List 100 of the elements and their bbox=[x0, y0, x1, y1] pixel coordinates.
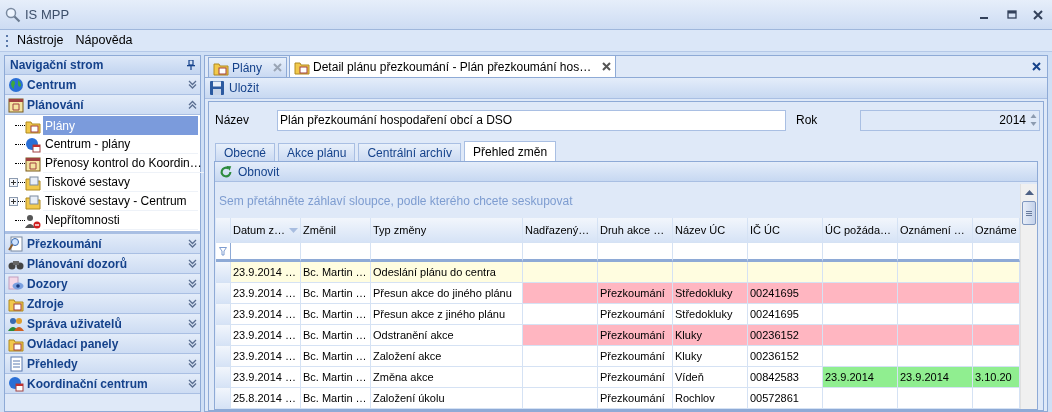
filter-cell[interactable] bbox=[301, 243, 371, 262]
table-cell: Změna akce bbox=[371, 367, 523, 388]
year-field[interactable]: 2014 bbox=[860, 109, 1040, 131]
column-header[interactable]: Datum z… bbox=[231, 218, 301, 243]
group-header[interactable]: Dozory bbox=[5, 274, 200, 294]
tab[interactable]: Centrální archív bbox=[358, 143, 462, 161]
table-cell bbox=[973, 304, 1020, 325]
refresh-button[interactable]: Obnovit bbox=[218, 162, 281, 181]
group-header[interactable]: Centrum bbox=[5, 75, 200, 95]
column-header[interactable]: Oznáme bbox=[973, 218, 1020, 243]
filter-cell[interactable] bbox=[598, 243, 673, 262]
table-cell: Bc. Martin … bbox=[301, 367, 371, 388]
row-indicator[interactable] bbox=[216, 325, 231, 346]
maximize-icon[interactable] bbox=[1007, 9, 1017, 20]
expand-icon[interactable] bbox=[9, 197, 18, 206]
tree-item[interactable]: Přenosy kontrol do Koordin… bbox=[43, 154, 204, 173]
name-field[interactable]: Plán přezkoumání hospodaření obcí a DSO bbox=[277, 109, 786, 131]
save-button[interactable]: Uložit bbox=[208, 79, 260, 97]
column-header[interactable]: Typ změny bbox=[371, 218, 523, 243]
filter-cell[interactable] bbox=[673, 243, 748, 262]
scroll-up-icon[interactable] bbox=[1024, 190, 1034, 195]
column-header[interactable]: Název ÚC bbox=[673, 218, 748, 243]
table-cell: Bc. Martin … bbox=[301, 262, 371, 283]
spin-icon[interactable] bbox=[1030, 113, 1037, 127]
filter-cell[interactable] bbox=[748, 243, 823, 262]
row-indicator[interactable] bbox=[216, 262, 231, 283]
printer-folder-icon bbox=[25, 193, 41, 210]
table-cell: Odeslání plánu do centra bbox=[371, 262, 523, 283]
close-icon[interactable] bbox=[1033, 9, 1043, 20]
table-cell: Přezkoumání bbox=[598, 367, 673, 388]
table-cell: 23.9.2014 bbox=[823, 367, 898, 388]
tree-item[interactable]: Tiskové sestavy bbox=[43, 173, 198, 192]
group-header[interactable]: Plánování dozorů bbox=[5, 254, 200, 274]
group-hint: Sem přetáhněte záhlaví sloupce, podle kterého chcete seskupovat bbox=[219, 193, 573, 210]
filter-indicator[interactable] bbox=[216, 243, 231, 262]
tree-item[interactable]: Tiskové sestavy - Centrum bbox=[43, 192, 198, 211]
column-header[interactable]: ÚC požáda… bbox=[823, 218, 898, 243]
tree-item[interactable]: Centrum - plány bbox=[43, 135, 198, 154]
scrollbar-thumb[interactable] bbox=[1022, 201, 1036, 225]
tab[interactable]: Akce plánu bbox=[278, 143, 356, 161]
table-cell: Bc. Martin … bbox=[301, 388, 371, 409]
row-indicator[interactable] bbox=[216, 283, 231, 304]
field-label: Rok bbox=[796, 112, 819, 129]
column-header[interactable]: Změnil bbox=[301, 218, 371, 243]
table-cell: 00236152 bbox=[748, 325, 823, 346]
row-indicator[interactable] bbox=[216, 346, 231, 367]
row-indicator[interactable] bbox=[216, 388, 231, 409]
filter-icon[interactable] bbox=[219, 246, 227, 256]
group-header[interactable]: Ovládací panely bbox=[5, 334, 200, 354]
table-cell bbox=[973, 262, 1020, 283]
scrollbar[interactable] bbox=[1020, 184, 1037, 409]
filter-cell[interactable] bbox=[231, 243, 301, 262]
close-icon[interactable] bbox=[602, 62, 612, 71]
column-header[interactable]: Nadřazený… bbox=[523, 218, 598, 243]
refresh-icon bbox=[219, 164, 233, 179]
table-cell: 23.9.2014 … bbox=[231, 367, 301, 388]
tab[interactable]: Obecné bbox=[215, 143, 276, 161]
table-cell bbox=[973, 346, 1020, 367]
document-tab[interactable]: Detail plánu přezkoumání - Plán přezkoumání hos… bbox=[289, 55, 617, 77]
calendar-icon bbox=[8, 96, 24, 113]
people-icon bbox=[25, 212, 41, 229]
group-header[interactable]: Plánování bbox=[5, 95, 200, 115]
pin-icon[interactable] bbox=[187, 60, 195, 70]
group-header[interactable]: Přezkoumání bbox=[5, 234, 200, 254]
column-header[interactable]: Oznámení … bbox=[898, 218, 973, 243]
eye-icon bbox=[8, 275, 24, 292]
column-header[interactable]: Druh akce … bbox=[598, 218, 673, 243]
row-indicator[interactable] bbox=[216, 367, 231, 388]
table-cell: 23.9.2014 bbox=[898, 367, 973, 388]
table-cell: Založení úkolu bbox=[371, 388, 523, 409]
menu-item[interactable]: Nápověda bbox=[69, 31, 139, 50]
globe-calendar-icon bbox=[25, 136, 41, 153]
table-cell: 00572861 bbox=[748, 388, 823, 409]
table-cell: Přesun akce do jiného plánu bbox=[371, 283, 523, 304]
filter-cell[interactable] bbox=[973, 243, 1020, 262]
group-header[interactable]: Koordinační centrum bbox=[5, 374, 200, 394]
filter-cell[interactable] bbox=[371, 243, 523, 262]
tab[interactable]: Přehled změn bbox=[464, 141, 557, 161]
filter-cell[interactable] bbox=[523, 243, 598, 262]
filter-cell[interactable] bbox=[898, 243, 973, 262]
menu-item[interactable]: Nástroje bbox=[11, 31, 70, 50]
tree-item[interactable]: Nepřítomnosti bbox=[43, 211, 198, 230]
expand-icon[interactable] bbox=[9, 178, 18, 187]
calendar-icon bbox=[25, 155, 41, 172]
row-indicator[interactable] bbox=[216, 304, 231, 325]
printer-folder-icon bbox=[25, 174, 41, 191]
table-cell: Kluky bbox=[673, 346, 748, 367]
close-icon[interactable] bbox=[1032, 62, 1041, 71]
group-header[interactable]: Správa uživatelů bbox=[5, 314, 200, 334]
table-cell: 3.10.20 bbox=[973, 367, 1020, 388]
table-cell bbox=[973, 325, 1020, 346]
group-header[interactable]: Přehledy bbox=[5, 354, 200, 374]
column-header[interactable]: IČ ÚC bbox=[748, 218, 823, 243]
document-tab[interactable]: Plány bbox=[208, 57, 288, 77]
window-title: IS MPP bbox=[25, 5, 70, 24]
table-cell: Bc. Martin … bbox=[301, 283, 371, 304]
filter-cell[interactable] bbox=[823, 243, 898, 262]
globe-icon bbox=[8, 76, 24, 93]
table-cell bbox=[973, 283, 1020, 304]
group-header[interactable]: Zdroje bbox=[5, 294, 200, 314]
